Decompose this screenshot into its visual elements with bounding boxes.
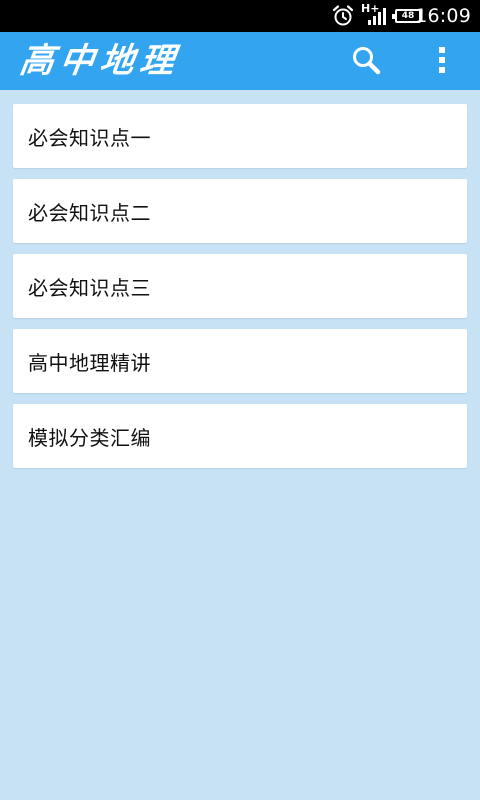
list-item-lectures[interactable]: 高中地理精讲	[13, 329, 467, 393]
list-item-label: 必会知识点一	[28, 125, 151, 150]
list-item-knowledge-3[interactable]: 必会知识点三	[13, 254, 467, 318]
list-item-mock-exams[interactable]: 模拟分类汇编	[13, 404, 467, 468]
list-item-label: 高中地理精讲	[28, 350, 151, 375]
app-bar: 高中地理	[0, 32, 480, 90]
alarm-icon	[331, 0, 355, 32]
overflow-menu-icon	[437, 46, 447, 78]
list-item-knowledge-1[interactable]: 必会知识点一	[13, 104, 467, 168]
overflow-menu-button[interactable]	[422, 40, 462, 84]
status-time: 16:09	[415, 5, 471, 27]
list-item-label: 必会知识点二	[28, 200, 151, 225]
battery-level-text: 48	[401, 11, 415, 21]
search-icon	[350, 44, 382, 80]
menu-list: 必会知识点一 必会知识点二 必会知识点三 高中地理精讲 模拟分类汇编	[13, 104, 467, 479]
list-item-label: 必会知识点三	[28, 275, 151, 300]
signal-icon	[366, 0, 388, 32]
app-title: 高中地理	[17, 41, 183, 81]
search-button[interactable]	[344, 40, 388, 84]
list-item-knowledge-2[interactable]: 必会知识点二	[13, 179, 467, 243]
status-bar: H+ 48 16:09	[0, 0, 480, 32]
list-item-label: 模拟分类汇编	[28, 425, 151, 450]
